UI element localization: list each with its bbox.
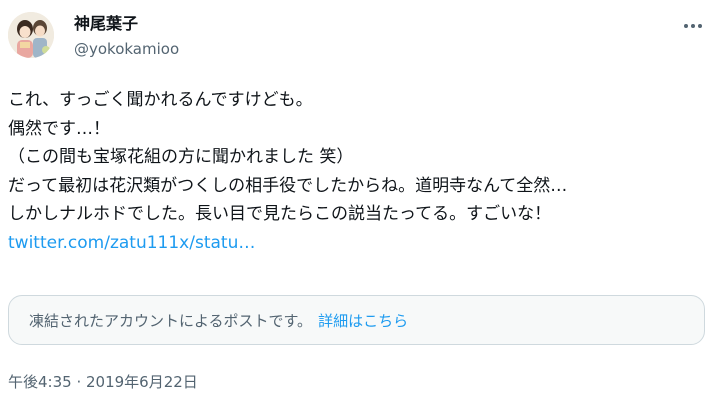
- tweet-line: 偶然です…！: [8, 118, 110, 139]
- tweet-line: これ、すっごく聞かれるんですけども。: [8, 90, 313, 110]
- learn-more-link[interactable]: 詳細はこちら: [318, 310, 408, 331]
- tweet-link[interactable]: twitter.com/zatu111x/statu…: [8, 229, 708, 258]
- more-options-button[interactable]: [681, 14, 705, 38]
- tweet-line: だって最初は花沢類がつくしの相手役でしたからね。道明寺なんて全然…: [8, 175, 568, 196]
- author-names: 神尾葉子 @yokokamioo: [74, 14, 179, 58]
- avatar[interactable]: [8, 12, 54, 58]
- suspended-account-notice: 凍結されたアカウントによるポストです。 詳細はこちら: [8, 295, 705, 345]
- avatar-illustration: [8, 12, 54, 58]
- more-horizontal-icon: [684, 24, 702, 28]
- tweet-line: （この間も宝塚花組の方に聞かれました 笑）: [8, 147, 354, 167]
- tweet-line: しかしナルホドでした。長い目で見たらこの説当たってる。すごいな！: [8, 204, 552, 224]
- display-name[interactable]: 神尾葉子: [74, 14, 179, 34]
- notice-text: 凍結されたアカウントによるポストです。: [29, 311, 313, 330]
- tweet-text: これ、すっごく聞かれるんですけども。 偶然です…！ （この間も宝塚花組の方に聞か…: [8, 86, 708, 257]
- tweet-header: 神尾葉子 @yokokamioo: [8, 12, 707, 68]
- tweet-timestamp[interactable]: 午後4:35 · 2019年6月22日: [8, 372, 198, 392]
- user-handle[interactable]: @yokokamioo: [74, 40, 179, 58]
